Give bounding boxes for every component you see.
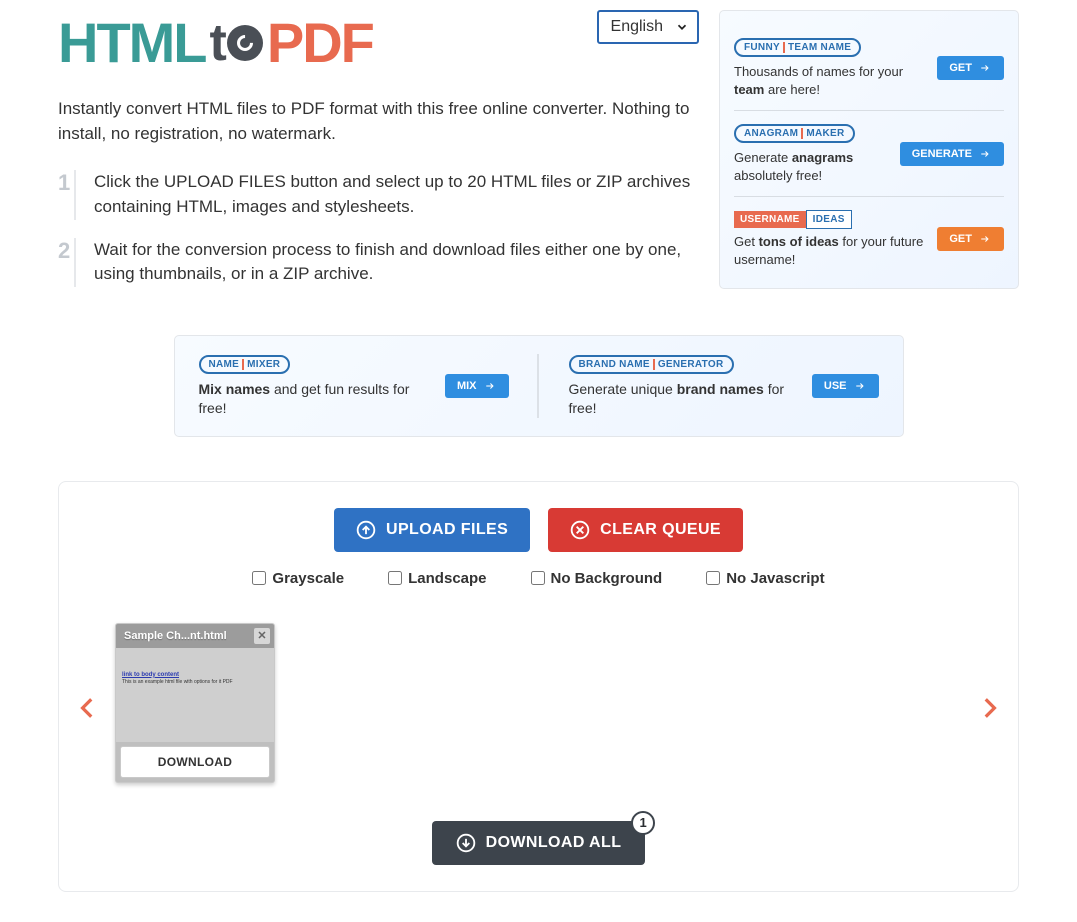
ad-cta-button[interactable]: USE bbox=[812, 374, 879, 398]
no-javascript-checkbox[interactable]: No Javascript bbox=[706, 570, 824, 587]
ad-item: USERNAMEIDEAS Get tons of ideas for your… bbox=[734, 197, 1004, 280]
clear-queue-button[interactable]: CLEAR QUEUE bbox=[548, 508, 743, 552]
download-all-button[interactable]: DOWNLOAD ALL 1 bbox=[432, 821, 646, 865]
landscape-checkbox[interactable]: Landscape bbox=[388, 570, 486, 587]
file-count-badge: 1 bbox=[631, 811, 655, 835]
sidebar-ads: FUNNYTEAM NAME Thousands of names for yo… bbox=[719, 10, 1019, 289]
download-file-button[interactable]: DOWNLOAD bbox=[120, 746, 270, 778]
page-description: Instantly convert HTML files to PDF form… bbox=[58, 97, 698, 146]
ad-cta-button[interactable]: GET bbox=[937, 56, 1004, 80]
close-icon: ✕ bbox=[257, 629, 266, 642]
chevron-left-icon bbox=[75, 688, 101, 728]
upload-icon bbox=[356, 520, 376, 540]
ad-cta-button[interactable]: MIX bbox=[445, 374, 509, 398]
ad-item: ANAGRAMMAKER Generate anagrams absolutel… bbox=[734, 111, 1004, 197]
arrow-right-icon bbox=[853, 381, 867, 391]
file-carousel: Sample Ch...nt.html ✕ link to body conte… bbox=[77, 623, 1000, 793]
carousel-next-button[interactable] bbox=[972, 684, 1006, 732]
file-preview: link to body content This is an example … bbox=[116, 648, 274, 742]
converter-panel: UPLOAD FILES CLEAR QUEUE Grayscale Lands… bbox=[58, 481, 1019, 892]
ad-item: BRAND NAMEGENERATOR Generate unique bran… bbox=[569, 354, 879, 418]
file-thumbnail: Sample Ch...nt.html ✕ link to body conte… bbox=[115, 623, 275, 783]
ad-item: NAMEMIXER Mix names and get fun results … bbox=[199, 354, 539, 418]
instruction-step: 2 Wait for the conversion process to fin… bbox=[58, 238, 698, 287]
arrow-right-icon bbox=[978, 149, 992, 159]
site-logo: HTML t PDF bbox=[58, 10, 373, 75]
carousel-prev-button[interactable] bbox=[71, 684, 105, 732]
no-background-checkbox[interactable]: No Background bbox=[531, 570, 663, 587]
grayscale-checkbox[interactable]: Grayscale bbox=[252, 570, 344, 587]
arrow-right-icon bbox=[978, 63, 992, 73]
arrow-right-icon bbox=[483, 381, 497, 391]
instruction-step: 1 Click the UPLOAD FILES button and sele… bbox=[58, 170, 698, 219]
mid-ad-banner: NAMEMIXER Mix names and get fun results … bbox=[174, 335, 904, 437]
upload-files-button[interactable]: UPLOAD FILES bbox=[334, 508, 530, 552]
download-icon bbox=[456, 833, 476, 853]
ad-cta-button[interactable]: GENERATE bbox=[900, 142, 1004, 166]
language-select[interactable]: English bbox=[597, 10, 699, 44]
chevron-right-icon bbox=[976, 688, 1002, 728]
clear-icon bbox=[570, 520, 590, 540]
ad-item: FUNNYTEAM NAME Thousands of names for yo… bbox=[734, 25, 1004, 111]
ad-cta-button[interactable]: GET bbox=[937, 227, 1004, 251]
arrow-right-icon bbox=[978, 234, 992, 244]
file-name: Sample Ch...nt.html bbox=[124, 630, 227, 642]
remove-file-button[interactable]: ✕ bbox=[254, 628, 270, 644]
convert-icon bbox=[227, 25, 263, 61]
